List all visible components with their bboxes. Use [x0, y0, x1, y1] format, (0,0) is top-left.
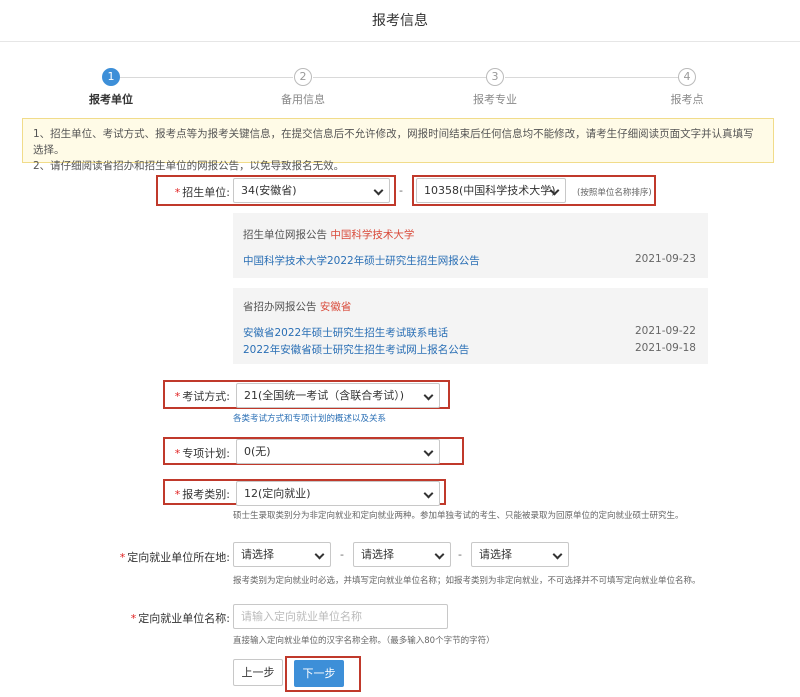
step-number: 1 [102, 68, 120, 86]
step-label: 报考点 [670, 93, 704, 106]
province-notice-panel: 省招办网报公告 安徽省 安徽省2022年硕士研究生招生考试联系电话 2021-0… [233, 288, 708, 364]
chevron-down-icon [423, 446, 434, 457]
separator-dash: - [458, 548, 462, 561]
special-plan-label-text: 专项计划: [182, 447, 230, 460]
location-hint: 报考类别为定向就业时必选，并填写定向就业单位名称；如报考类别为非定向就业，不可选… [233, 576, 701, 586]
step-number: 4 [678, 68, 696, 86]
required-star: * [174, 447, 181, 460]
step-number: 3 [486, 68, 504, 86]
location-province-select[interactable]: 请选择 [233, 542, 331, 567]
required-star: * [174, 186, 181, 199]
location-province-value: 请选择 [241, 548, 274, 561]
step-4: 4 报考点 [642, 68, 732, 107]
step-label: 报考单位 [89, 93, 133, 106]
location-label: * 定向就业单位所在地: [112, 549, 230, 565]
notice-line: 2、请仔细阅读省招办和招生单位的网报公告，以免导致报名无效。 [33, 160, 345, 172]
next-step-button[interactable]: 下一步 [294, 660, 344, 687]
step-3: 3 报考专业 [450, 68, 540, 107]
employer-label: * 定向就业单位名称: [112, 610, 230, 626]
chevron-down-icon [373, 185, 384, 196]
unit-notice-title-text: 招生单位网报公告 [243, 229, 327, 241]
location-district-value: 请选择 [479, 548, 512, 561]
school-select[interactable]: 10358(中国科学技术大学) [416, 178, 566, 203]
unit-notice-highlight: 中国科学技术大学 [330, 229, 415, 241]
required-star: * [119, 551, 126, 564]
province-value: 34(安徽省) [241, 184, 297, 197]
prev-step-button[interactable]: 上一步 [233, 659, 283, 686]
chevron-down-icon [423, 488, 434, 499]
category-label: * 报考类别: [160, 486, 230, 502]
school-value: 10358(中国科学技术大学) [424, 184, 556, 197]
special-plan-select[interactable]: 0(无) [236, 439, 440, 464]
province-notice-title-text: 省招办网报公告 [243, 301, 317, 313]
required-star: * [174, 488, 181, 501]
page-title: 报考信息 [0, 0, 800, 42]
province-select[interactable]: 34(安徽省) [233, 178, 390, 203]
category-value: 12(定向就业) [244, 487, 311, 500]
special-plan-label: * 专项计划: [160, 445, 230, 461]
notice-date: 2021-09-22 [634, 325, 696, 337]
employer-label-text: 定向就业单位名称: [138, 612, 230, 625]
location-city-value: 请选择 [361, 548, 394, 561]
category-select[interactable]: 12(定向就业) [236, 481, 440, 506]
exam-mode-select[interactable]: 21(全国统一考试（含联合考试）) [236, 383, 440, 408]
separator-dash: - [340, 548, 344, 561]
category-label-text: 报考类别: [182, 488, 230, 501]
exam-mode-hint-link[interactable]: 各类考试方式和专项计划的概述以及关系 [233, 412, 386, 424]
required-star: * [130, 612, 137, 625]
employer-name-input[interactable]: 请输入定向就业单位名称 [233, 604, 448, 629]
chevron-down-icon [552, 549, 563, 560]
chevron-down-icon [314, 549, 325, 560]
province-notice-highlight: 安徽省 [319, 301, 352, 313]
unit-label: * 招生单位: [160, 184, 230, 200]
notice-date: 2021-09-18 [634, 342, 696, 354]
location-city-select[interactable]: 请选择 [353, 542, 451, 567]
step-label: 备用信息 [281, 93, 325, 106]
province-notice-title: 省招办网报公告 安徽省 [243, 299, 351, 314]
notice-banner: 1、招生单位、考试方式、报考点等为报考关键信息，在提交信息后不允许修改，网报时间… [22, 118, 774, 172]
chevron-down-icon [434, 549, 445, 560]
chevron-down-icon [423, 390, 434, 401]
unit-notice-link[interactable]: 中国科学技术大学2022年硕士研究生招生网报公告 [243, 253, 480, 268]
step-number: 2 [294, 68, 312, 86]
step-progress: 1 报考单位 2 备用信息 3 报考专业 4 报考点 [0, 64, 800, 108]
step-1: 1 报考单位 [66, 68, 156, 107]
unit-hint: (按照单位名称排序) [577, 188, 652, 198]
unit-notice-title: 招生单位网报公告 中国科学技术大学 [243, 227, 414, 242]
category-hint: 硕士生录取类别分为非定向就业和定向就业两种。参加单独考试的考生、只能被录取为回原… [233, 511, 684, 521]
step-2: 2 备用信息 [258, 68, 348, 107]
location-district-select[interactable]: 请选择 [471, 542, 569, 567]
exam-mode-label-text: 考试方式: [182, 390, 230, 403]
separator-dash: - [399, 184, 403, 197]
unit-label-text: 招生单位: [182, 186, 230, 199]
employer-hint: 直接输入定向就业单位的汉字名称全称。（最多输入80个字节的字符） [233, 636, 495, 646]
required-star: * [174, 390, 181, 403]
province-notice-link[interactable]: 安徽省2022年硕士研究生招生考试联系电话 [243, 325, 448, 340]
exam-mode-label: * 考试方式: [160, 388, 230, 404]
exam-mode-value: 21(全国统一考试（含联合考试）) [244, 389, 405, 402]
location-label-text: 定向就业单位所在地: [127, 551, 230, 564]
step-label: 报考专业 [473, 93, 517, 106]
province-notice-link[interactable]: 2022年安徽省硕士研究生招生考试网上报名公告 [243, 342, 469, 357]
notice-date: 2021-09-23 [634, 253, 696, 265]
notice-line: 1、招生单位、考试方式、报考点等为报考关键信息，在提交信息后不允许修改，网报时间… [33, 128, 754, 156]
unit-notice-panel: 招生单位网报公告 中国科学技术大学 中国科学技术大学2022年硕士研究生招生网报… [233, 213, 708, 278]
special-plan-value: 0(无) [244, 445, 271, 458]
